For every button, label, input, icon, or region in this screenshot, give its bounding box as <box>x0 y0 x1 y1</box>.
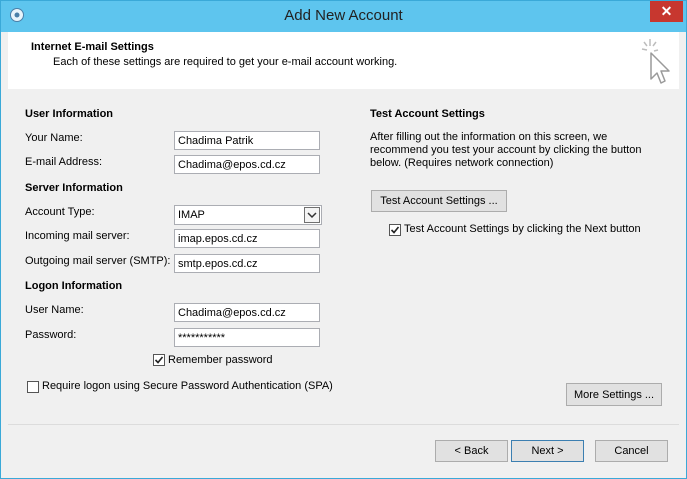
outgoing-server-input[interactable] <box>174 254 320 273</box>
username-label: User Name: <box>25 304 84 316</box>
test-description: After filling out the information on thi… <box>370 131 642 169</box>
remember-password-checkbox[interactable] <box>153 354 165 366</box>
account-type-value: IMAP <box>178 209 205 221</box>
remember-password-label[interactable]: Remember password <box>168 354 273 366</box>
window-title: Add New Account <box>284 7 403 24</box>
account-type-label: Account Type: <box>25 206 95 218</box>
cancel-button[interactable]: Cancel <box>595 440 668 462</box>
incoming-server-label: Incoming mail server: <box>25 230 130 242</box>
back-button[interactable]: < Back <box>435 440 508 462</box>
your-name-input[interactable] <box>174 131 320 150</box>
header-subtitle: Each of these settings are required to g… <box>53 56 398 68</box>
wizard-cursor-icon <box>636 37 676 85</box>
username-input[interactable] <box>174 303 320 322</box>
outgoing-server-label: Outgoing mail server (SMTP): <box>25 255 171 267</box>
header-panel: Internet E-mail Settings Each of these s… <box>8 32 679 90</box>
server-info-heading: Server Information <box>25 182 123 194</box>
close-button[interactable]: ✕ <box>650 1 683 22</box>
spa-checkbox[interactable] <box>27 381 39 393</box>
incoming-server-input[interactable] <box>174 229 320 248</box>
test-on-next-checkbox[interactable] <box>389 224 401 236</box>
header-title: Internet E-mail Settings <box>31 41 154 53</box>
title-bar[interactable]: Add New Account ✕ <box>1 1 686 32</box>
chevron-down-icon[interactable] <box>304 207 320 223</box>
logon-info-heading: Logon Information <box>25 280 123 292</box>
password-input[interactable] <box>174 328 320 347</box>
test-settings-heading: Test Account Settings <box>370 108 485 120</box>
password-label: Password: <box>25 329 77 341</box>
checkmark-icon <box>390 226 400 234</box>
footer-divider <box>8 424 679 425</box>
test-account-settings-button[interactable]: Test Account Settings ... <box>371 190 507 212</box>
email-input[interactable] <box>174 155 320 174</box>
account-type-select[interactable]: IMAP <box>174 205 322 225</box>
dialog-window: Add New Account ✕ Internet E-mail Settin… <box>0 0 687 479</box>
more-settings-button[interactable]: More Settings ... <box>566 383 662 406</box>
user-info-heading: User Information <box>25 108 114 120</box>
settings-content: User Information Your Name: E-mail Addre… <box>8 89 679 423</box>
email-label: E-mail Address: <box>25 156 103 168</box>
next-button[interactable]: Next > <box>511 440 584 462</box>
test-on-next-label[interactable]: Test Account Settings by clicking the Ne… <box>404 223 641 235</box>
spa-label[interactable]: Require logon using Secure Password Auth… <box>42 380 333 392</box>
your-name-label: Your Name: <box>25 132 83 144</box>
checkmark-icon <box>154 356 164 364</box>
